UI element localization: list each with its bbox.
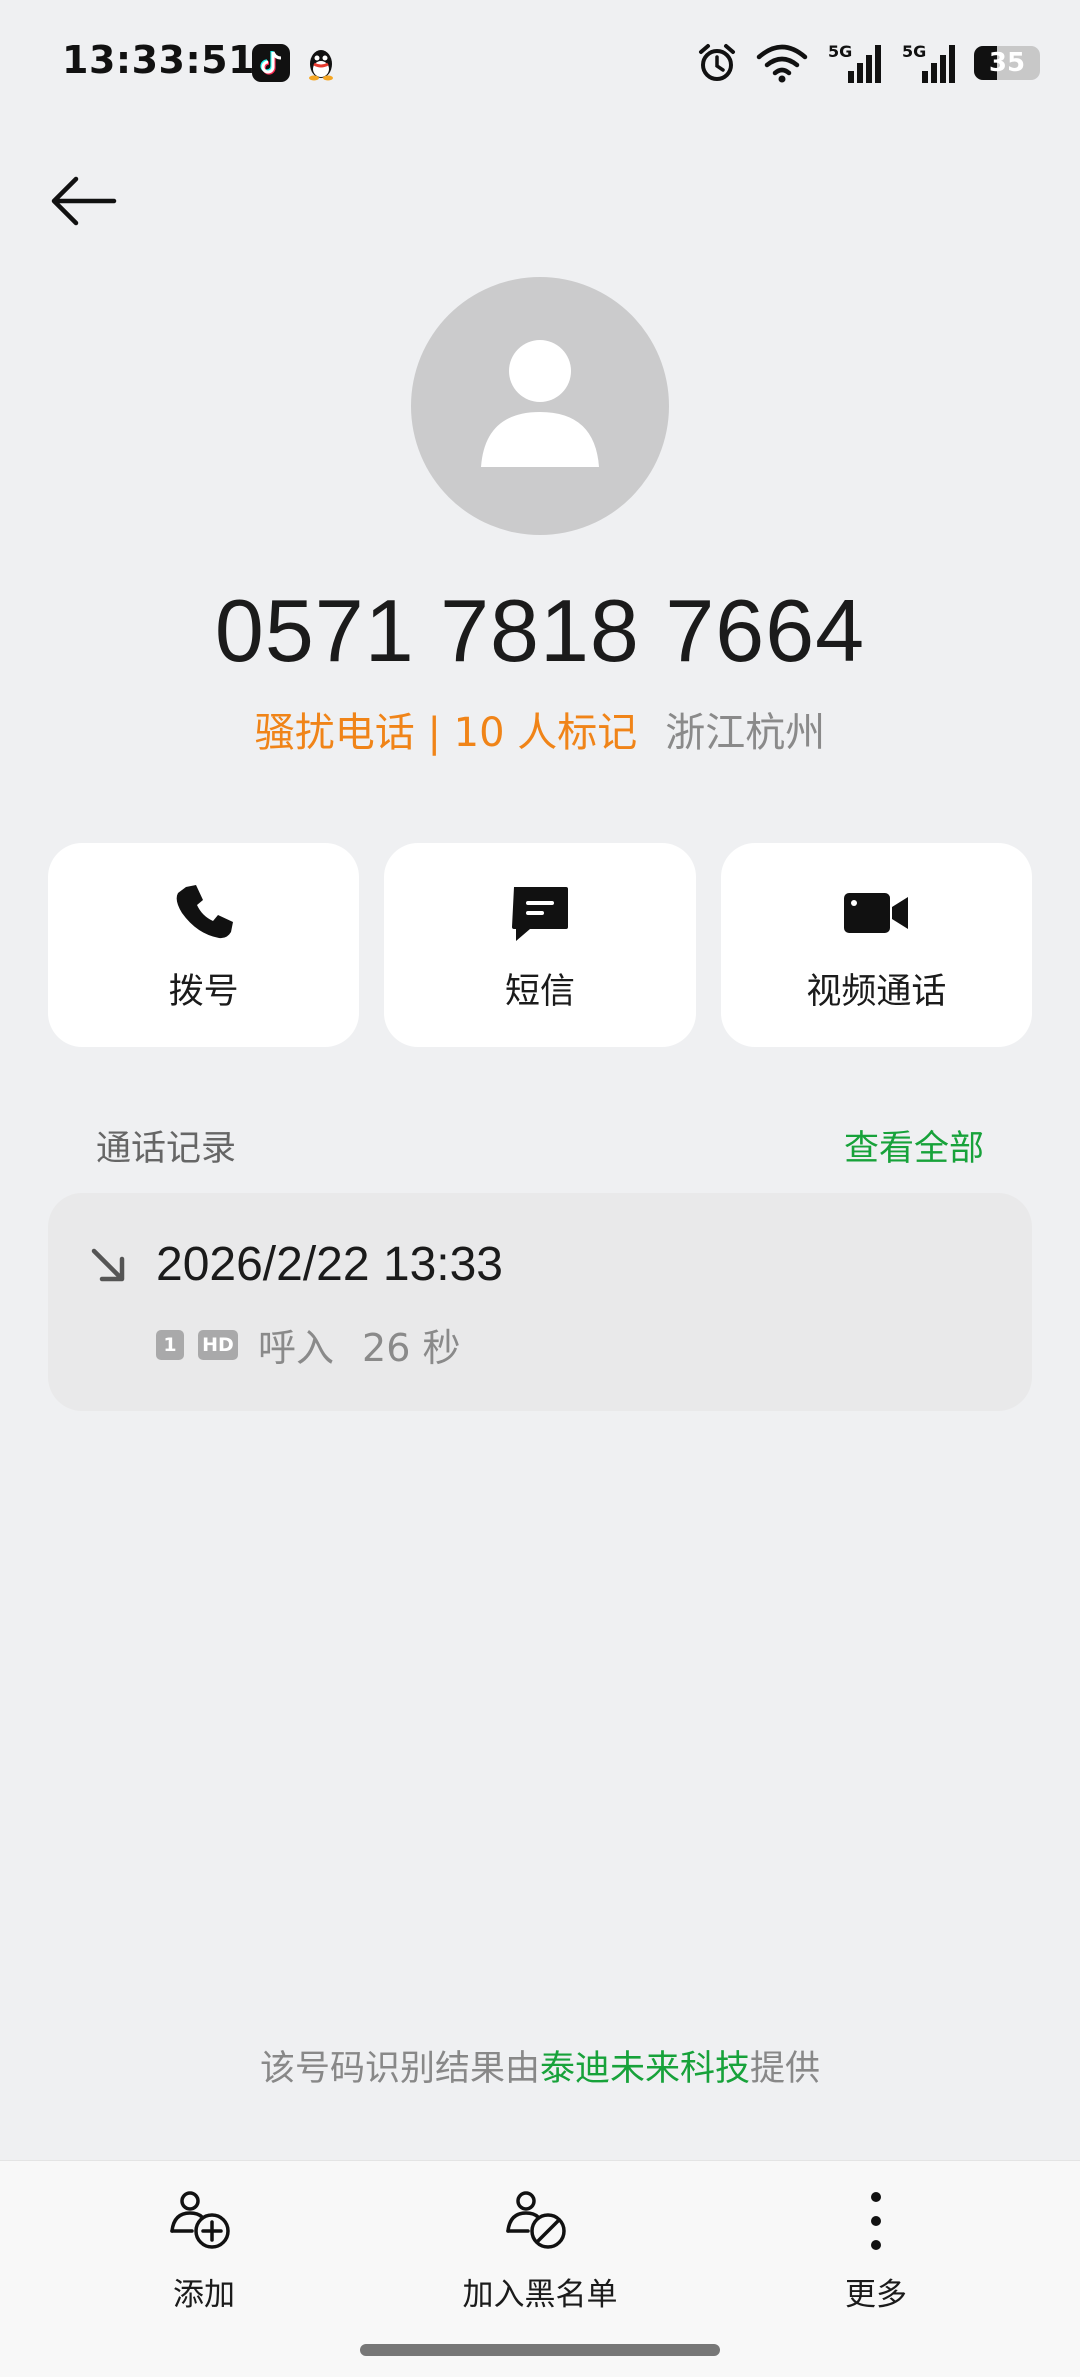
back-button[interactable] <box>48 165 120 237</box>
signal-5g-icon: 5G <box>826 41 882 85</box>
action-row: 拨号 短信 视频通话 <box>48 843 1032 1047</box>
status-bar: 13:33:51 5G 5G 35 <box>0 0 1080 130</box>
incoming-call-icon <box>88 1245 132 1289</box>
tiktok-icon <box>252 44 290 82</box>
phone-number: 0571 7818 7664 <box>214 581 866 680</box>
sim-badge: 1 <box>156 1329 184 1360</box>
call-records-title: 通话记录 <box>96 1129 237 1169</box>
phone-icon <box>168 877 240 949</box>
message-label: 短信 <box>504 971 575 1012</box>
add-contact-icon <box>168 2187 240 2259</box>
message-button[interactable]: 短信 <box>384 843 696 1047</box>
battery-level: 35 <box>988 48 1026 78</box>
signal-5g-icon: 5G <box>900 41 956 85</box>
record-datetime: 2026/2/22 13:33 <box>156 1238 503 1291</box>
add-contact-label: 添加 <box>173 2277 235 2313</box>
provider-prefix: 该号码识别结果由 <box>259 2049 540 2089</box>
person-icon <box>481 340 599 467</box>
home-indicator[interactable] <box>360 2344 720 2356</box>
battery-icon: 35 <box>974 46 1040 80</box>
location: 浙江杭州 <box>665 710 826 756</box>
back-arrow-icon <box>51 176 117 226</box>
call-duration: 26 秒 <box>362 1326 461 1370</box>
block-contact-icon <box>504 2187 576 2259</box>
dial-label: 拨号 <box>168 971 239 1012</box>
provider-brand-link[interactable]: 泰迪未来科技 <box>540 2049 750 2089</box>
view-all-link[interactable]: 查看全部 <box>844 1120 984 1171</box>
spam-tag: 骚扰电话 | 10 人标记 <box>254 710 638 756</box>
provider-suffix: 提供 <box>750 2049 821 2089</box>
avatar <box>411 277 669 535</box>
message-icon <box>504 877 576 949</box>
more-label: 更多 <box>845 2277 907 2313</box>
video-call-label: 视频通话 <box>806 971 947 1012</box>
svg-text:5G: 5G <box>828 42 852 61</box>
video-call-button[interactable]: 视频通话 <box>720 843 1032 1047</box>
blacklist-button[interactable]: 加入黑名单 <box>410 2187 670 2314</box>
dial-button[interactable]: 拨号 <box>48 843 360 1047</box>
status-time: 13:33:51 <box>62 38 256 82</box>
more-button[interactable]: 更多 <box>746 2187 1006 2314</box>
add-contact-button[interactable]: 添加 <box>74 2187 334 2314</box>
video-call-icon <box>840 877 912 949</box>
call-record-item[interactable]: 2026/2/22 13:33 1 HD 呼入 26 秒 <box>48 1193 1032 1411</box>
alarm-icon <box>696 42 738 84</box>
blacklist-label: 加入黑名单 <box>462 2277 618 2313</box>
record-meta: 1 HD 呼入 26 秒 <box>156 1317 460 1372</box>
wifi-icon <box>756 43 808 83</box>
call-type: 呼入 <box>258 1326 335 1370</box>
more-icon <box>840 2187 912 2259</box>
hd-badge: HD <box>198 1329 238 1360</box>
qq-icon <box>302 44 340 82</box>
tag-line: 骚扰电话 | 10 人标记 浙江杭州 <box>0 700 1080 758</box>
provider-note: 该号码识别结果由泰迪未来科技提供 <box>0 2040 1080 2091</box>
svg-text:5G: 5G <box>902 42 926 61</box>
